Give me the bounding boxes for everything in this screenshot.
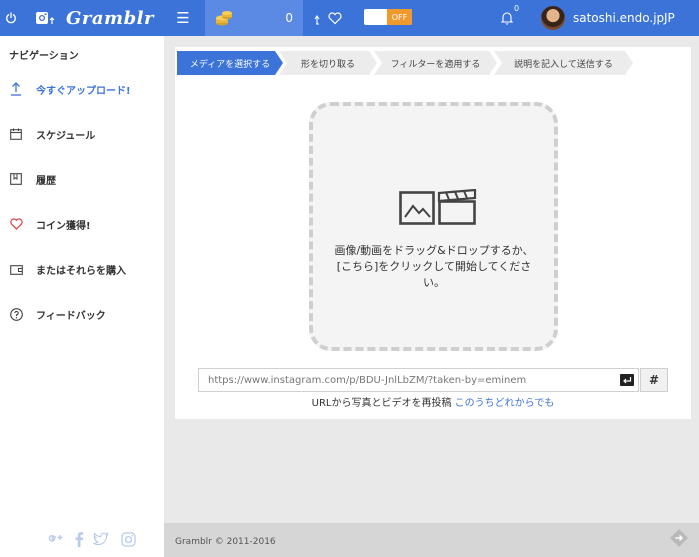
sidebar-item-schedule[interactable]: スケジュール: [0, 121, 164, 147]
image-video-icon: [399, 189, 477, 225]
feedback-tag-icon[interactable]: [669, 528, 689, 548]
top-bar: Gramblr ☰ 0 OFF 0 satoshi.endo.jp JP: [0, 0, 699, 36]
coin-count: 0: [285, 11, 293, 25]
sidebar: ナビゲーション 今すぐアップロード! スケジュール 履歴 コイン獲得! またはそ…: [0, 36, 164, 557]
calendar-icon: [9, 127, 23, 141]
step-label: フィルターを適用する: [390, 59, 481, 70]
sidebar-item-history[interactable]: 履歴: [0, 166, 164, 192]
footer: Gramblr © 2011-2016: [164, 523, 699, 557]
copyright: Gramblr © 2011-2016: [175, 537, 276, 547]
power-icon[interactable]: [4, 0, 18, 36]
menu-icon[interactable]: ☰: [172, 0, 194, 36]
wallet-icon: [9, 262, 23, 276]
repost-link[interactable]: このうちどれからでも: [455, 398, 555, 409]
repost-text: URLから写真とビデオを再投稿: [311, 398, 452, 409]
step-label: 説明を記入して送信する: [514, 59, 613, 70]
bell-icon[interactable]: [499, 0, 515, 36]
heart-icon: [9, 217, 23, 231]
history-icon: [9, 172, 23, 186]
dropzone-text: 画像/動画をドラッグ&ドロップするか、[こちら]をクリックして開始してください。: [334, 244, 534, 289]
repost-hint: URLから写真とビデオを再投稿 このうちどれからでも: [175, 394, 691, 409]
step-label: メディアを選択する: [189, 59, 271, 70]
step-filter[interactable]: フィルターを適用する: [374, 51, 497, 75]
sidebar-item-label: コイン獲得!: [36, 220, 91, 232]
hashtag-button[interactable]: #: [640, 368, 668, 392]
step-label: 形を切り取る: [300, 59, 355, 70]
twitter-icon[interactable]: [92, 530, 110, 548]
sidebar-item-label: またはそれらを購入: [36, 265, 126, 277]
logo-text[interactable]: Gramblr: [66, 0, 154, 36]
toggle-state: OFF: [387, 9, 412, 25]
google-plus-icon[interactable]: [47, 530, 65, 548]
sidebar-item-earn-coins[interactable]: コイン獲得!: [0, 211, 164, 237]
facebook-icon[interactable]: [70, 530, 88, 548]
sidebar-item-label: フィードバック: [36, 310, 106, 322]
sidebar-item-upload[interactable]: 今すぐアップロード!: [0, 76, 164, 102]
sidebar-item-label: スケジュール: [36, 130, 96, 142]
sidebar-item-buy[interactable]: またはそれらを購入: [0, 256, 164, 282]
avatar[interactable]: [541, 6, 565, 30]
upload-card: メディアを選択する 形を切り取る フィルターを適用する 説明を記入して送信する …: [175, 47, 691, 419]
url-input[interactable]: [198, 368, 639, 392]
sidebar-item-label: 履歴: [36, 175, 56, 187]
step-select-media[interactable]: メディアを選択する: [177, 51, 283, 75]
instagram-upload-icon: [34, 0, 56, 36]
sidebar-item-label: 今すぐアップロード!: [36, 85, 131, 97]
coins-icon: [216, 11, 232, 26]
sidebar-title: ナビゲーション: [9, 51, 79, 62]
coin-balance[interactable]: 0: [205, 0, 303, 36]
step-crop[interactable]: 形を切り取る: [279, 51, 377, 75]
submit-url-icon[interactable]: [620, 374, 634, 386]
help-icon: [9, 307, 23, 321]
user-name[interactable]: satoshi.endo.jp: [573, 0, 664, 36]
step-caption-send[interactable]: 説明を記入して送信する: [494, 51, 633, 75]
auto-toggle[interactable]: OFF: [364, 9, 412, 25]
likes-icon[interactable]: [311, 0, 345, 36]
sidebar-item-feedback[interactable]: フィードバック: [0, 301, 164, 327]
upload-icon: [9, 82, 23, 96]
instagram-icon[interactable]: [119, 530, 137, 548]
notification-count: 0: [514, 4, 520, 13]
media-dropzone[interactable]: 画像/動画をドラッグ&ドロップするか、[こちら]をクリックして開始してください。: [309, 102, 558, 351]
language-switch[interactable]: JP: [664, 0, 675, 36]
